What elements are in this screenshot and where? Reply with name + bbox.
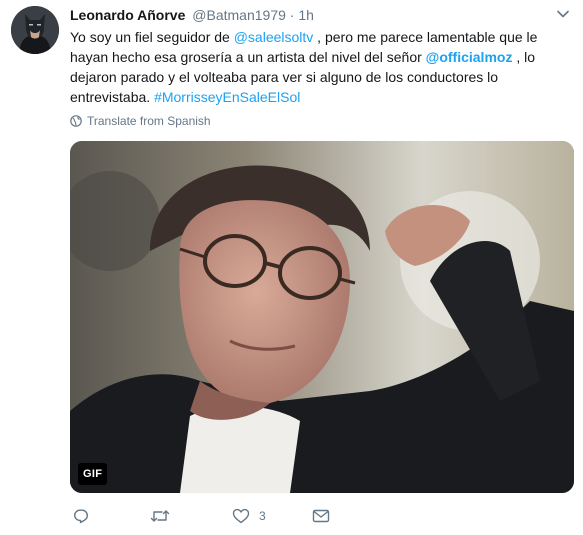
mention-officialmoz[interactable]: @officialmoz <box>426 49 513 65</box>
batman-avatar-icon <box>11 6 59 54</box>
tweet-text: Yo soy un fiel seguidor de @saleelsoltv … <box>70 27 575 107</box>
like-count: 3 <box>259 509 266 523</box>
direct-message-button[interactable] <box>312 508 330 524</box>
translate-label: Translate from Spanish <box>87 114 211 128</box>
timestamp[interactable]: 1h <box>298 7 314 23</box>
gif-media[interactable]: GIF <box>70 141 574 493</box>
envelope-icon <box>312 509 330 523</box>
author-handle[interactable]: @Batman1979 <box>192 7 286 23</box>
heart-icon <box>232 508 250 524</box>
author-name[interactable]: Leonardo Añorve <box>70 7 185 23</box>
text-part-1: Yo soy un fiel seguidor de <box>70 29 234 45</box>
separator: · <box>289 7 295 23</box>
reply-icon <box>74 509 88 524</box>
globe-icon <box>70 115 82 127</box>
like-button[interactable]: 3 <box>232 508 266 524</box>
tweet[interactable]: Leonardo Añorve @Batman1979 · 1h Yo soy … <box>0 0 583 535</box>
gif-image <box>70 141 574 493</box>
avatar[interactable] <box>11 6 59 54</box>
hashtag-link[interactable]: #MorrisseyEnSaleElSol <box>154 89 300 105</box>
tweet-header: Leonardo Añorve @Batman1979 · 1h <box>70 6 314 24</box>
chevron-down-icon[interactable] <box>557 10 569 18</box>
retweet-button[interactable] <box>150 508 179 524</box>
gif-badge: GIF <box>78 463 108 485</box>
tweet-actions: 3 <box>70 508 574 530</box>
retweet-icon <box>150 510 170 522</box>
translate-link[interactable]: Translate from Spanish <box>70 114 211 128</box>
mention-saleelsoltv[interactable]: @saleelsoltv <box>234 29 314 45</box>
reply-button[interactable] <box>73 508 98 524</box>
